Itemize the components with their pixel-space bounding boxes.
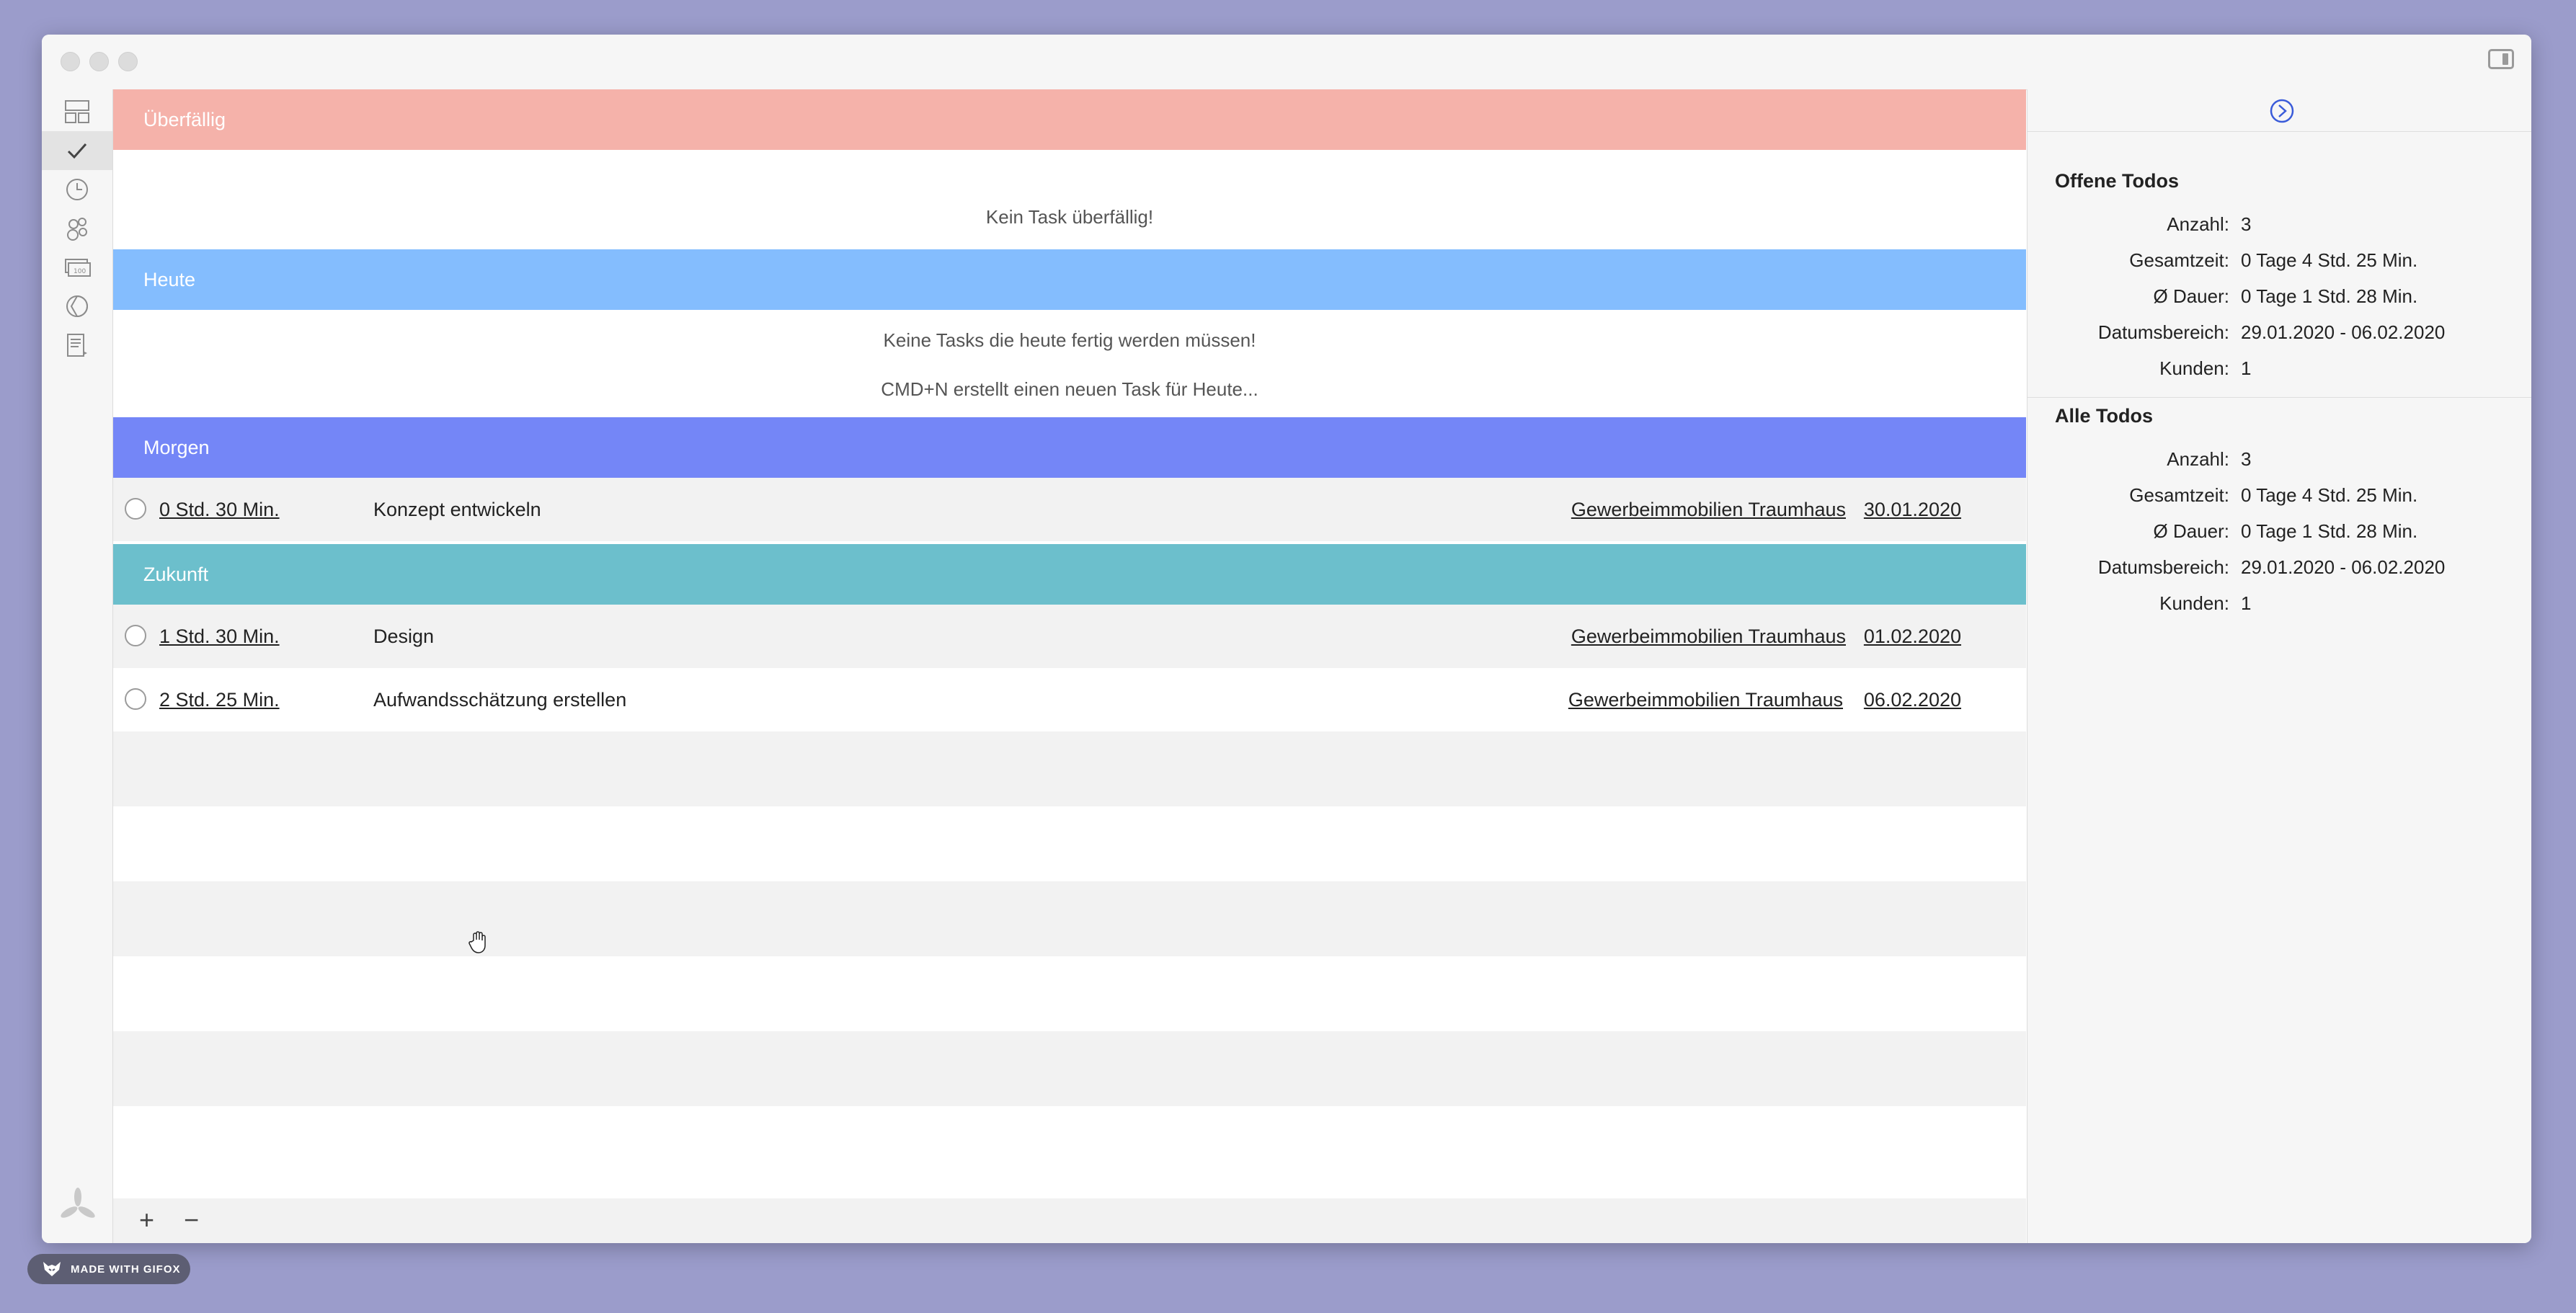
- open-avg-duration-value: 0 Tage 1 Std. 28 Min.: [2241, 285, 2418, 307]
- empty-row: [113, 806, 2026, 881]
- watermark-text: MADE WITH GIFOX: [71, 1263, 181, 1276]
- nav-todos[interactable]: [42, 131, 112, 170]
- document-export-icon: [67, 334, 87, 357]
- all-total-time-label: Gesamtzeit:: [2129, 484, 2229, 506]
- section-title-tomorrow: Morgen: [143, 436, 210, 458]
- open-clients-value: 1: [2241, 357, 2252, 379]
- all-avg-duration-label: Ø Dauer:: [2153, 520, 2230, 542]
- task-date-link[interactable]: 30.01.2020: [1864, 499, 1961, 521]
- nav-export[interactable]: [42, 326, 112, 365]
- task-duration-link[interactable]: 1 Std. 30 Min.: [159, 626, 280, 648]
- task-complete-checkbox[interactable]: [125, 688, 146, 710]
- section-header-today: Heute: [113, 249, 2026, 310]
- divider: [2028, 397, 2531, 398]
- all-total-time-value: 0 Tage 4 Std. 25 Min.: [2241, 484, 2418, 506]
- task-client-link[interactable]: Gewerbeimmobilien Traumhaus: [1571, 626, 1846, 648]
- empty-row: [113, 731, 2026, 806]
- empty-row: [113, 881, 2026, 956]
- banknote-icon: 100: [65, 259, 91, 277]
- all-count-value: 3: [2241, 448, 2252, 470]
- all-clients-value: 1: [2241, 592, 2252, 614]
- todo-list: Überfällig Kein Task überfällig! Heute K…: [113, 89, 2026, 1243]
- open-avg-duration-label: Ø Dauer:: [2153, 285, 2230, 307]
- task-row[interactable]: 2 Std. 25 Min. Aufwandsschätzung erstell…: [113, 668, 2026, 731]
- nav-reports[interactable]: [42, 287, 112, 326]
- empty-row: [113, 1106, 2026, 1181]
- checkmark-icon: [67, 143, 87, 159]
- empty-row: [113, 956, 2026, 1031]
- section-title-future: Zukunft: [143, 563, 209, 585]
- section-header-overdue: Überfällig: [113, 89, 2026, 150]
- open-date-range-value: 29.01.2020 - 06.02.2020: [2241, 321, 2446, 343]
- open-count-value: 3: [2241, 213, 2252, 235]
- section-header-future: Zukunft: [113, 544, 2026, 605]
- today-empty-message: Keine Tasks die heute fertig werden müss…: [883, 329, 1256, 351]
- dashboard-icon: [65, 100, 89, 123]
- open-total-time-value: 0 Tage 4 Std. 25 Min.: [2241, 249, 2418, 271]
- task-duration-link[interactable]: 2 Std. 25 Min.: [159, 689, 280, 711]
- nav-clients[interactable]: [42, 209, 112, 248]
- minimize-window-button[interactable]: [89, 52, 109, 71]
- all-todos-title: Alle Todos: [2055, 405, 2154, 427]
- section-title-overdue: Überfällig: [143, 108, 226, 130]
- task-date-link[interactable]: 06.02.2020: [1864, 689, 1961, 711]
- nav-dashboard[interactable]: [42, 92, 112, 131]
- fox-logo-icon: [43, 1262, 61, 1276]
- nav-invoices[interactable]: 100: [42, 248, 112, 287]
- app-logo-icon: [61, 1188, 95, 1218]
- task-client-link[interactable]: Gewerbeimmobilien Traumhaus: [1571, 499, 1846, 521]
- task-title[interactable]: Aufwandsschätzung erstellen: [373, 689, 626, 711]
- task-complete-checkbox[interactable]: [125, 498, 146, 520]
- task-duration-link[interactable]: 0 Std. 30 Min.: [159, 499, 280, 521]
- nav-time-tracking[interactable]: [42, 170, 112, 209]
- close-window-button[interactable]: [61, 52, 80, 71]
- task-date-link[interactable]: 01.02.2020: [1864, 626, 1961, 648]
- people-icon: [67, 218, 87, 241]
- all-date-range-value: 29.01.2020 - 06.02.2020: [2241, 556, 2446, 578]
- task-title[interactable]: Konzept entwickeln: [373, 499, 541, 521]
- hand-cursor-icon: [468, 931, 486, 953]
- overdue-empty-message: Kein Task überfällig!: [985, 206, 1154, 228]
- section-title-today: Heute: [143, 268, 196, 290]
- zoom-window-button[interactable]: [118, 52, 138, 71]
- open-count-label: Anzahl:: [2167, 213, 2229, 235]
- add-task-button[interactable]: +: [139, 1206, 154, 1234]
- title-bar: [42, 35, 2531, 90]
- task-title[interactable]: Design: [373, 626, 434, 648]
- list-toolbar: + −: [113, 1198, 2026, 1243]
- navigate-forward-icon[interactable]: [2269, 98, 2295, 124]
- navigation-sidebar: 100: [42, 89, 113, 1243]
- statistics-panel: Offene Todos Anzahl: 3 Gesamtzeit: 0 Tag…: [2027, 89, 2531, 1243]
- app-window: 100 Überfällig Kein Task überfällig! Heu…: [42, 35, 2531, 1243]
- all-avg-duration-value: 0 Tage 1 Std. 28 Min.: [2241, 520, 2418, 542]
- sidebar-toggle-icon[interactable]: [2488, 49, 2514, 69]
- gifox-watermark: MADE WITH GIFOX: [27, 1254, 190, 1284]
- section-header-tomorrow: Morgen: [113, 417, 2026, 478]
- open-date-range-label: Datumsbereich:: [2097, 321, 2229, 343]
- task-row[interactable]: 0 Std. 30 Min. Konzept entwickeln Gewerb…: [113, 478, 2026, 541]
- open-total-time-label: Gesamtzeit:: [2129, 249, 2229, 271]
- task-complete-checkbox[interactable]: [125, 625, 146, 646]
- today-hint-message: CMD+N erstellt einen neuen Task für Heut…: [881, 378, 1258, 400]
- all-count-label: Anzahl:: [2167, 448, 2229, 470]
- open-clients-label: Kunden:: [2159, 357, 2229, 379]
- all-date-range-label: Datumsbereich:: [2097, 556, 2229, 578]
- empty-row: [113, 1031, 2026, 1106]
- all-clients-label: Kunden:: [2159, 592, 2229, 614]
- task-row[interactable]: 1 Std. 30 Min. Design Gewerbeimmobilien …: [113, 605, 2026, 668]
- statistics-panel-header: [2028, 89, 2531, 132]
- task-client-link[interactable]: Gewerbeimmobilien Traumhaus: [1568, 689, 1843, 711]
- pie-chart-icon: [66, 295, 88, 318]
- remove-task-button[interactable]: −: [184, 1206, 199, 1234]
- svg-text:100: 100: [74, 268, 86, 275]
- open-todos-title: Offene Todos: [2055, 170, 2179, 192]
- clock-icon: [66, 179, 88, 200]
